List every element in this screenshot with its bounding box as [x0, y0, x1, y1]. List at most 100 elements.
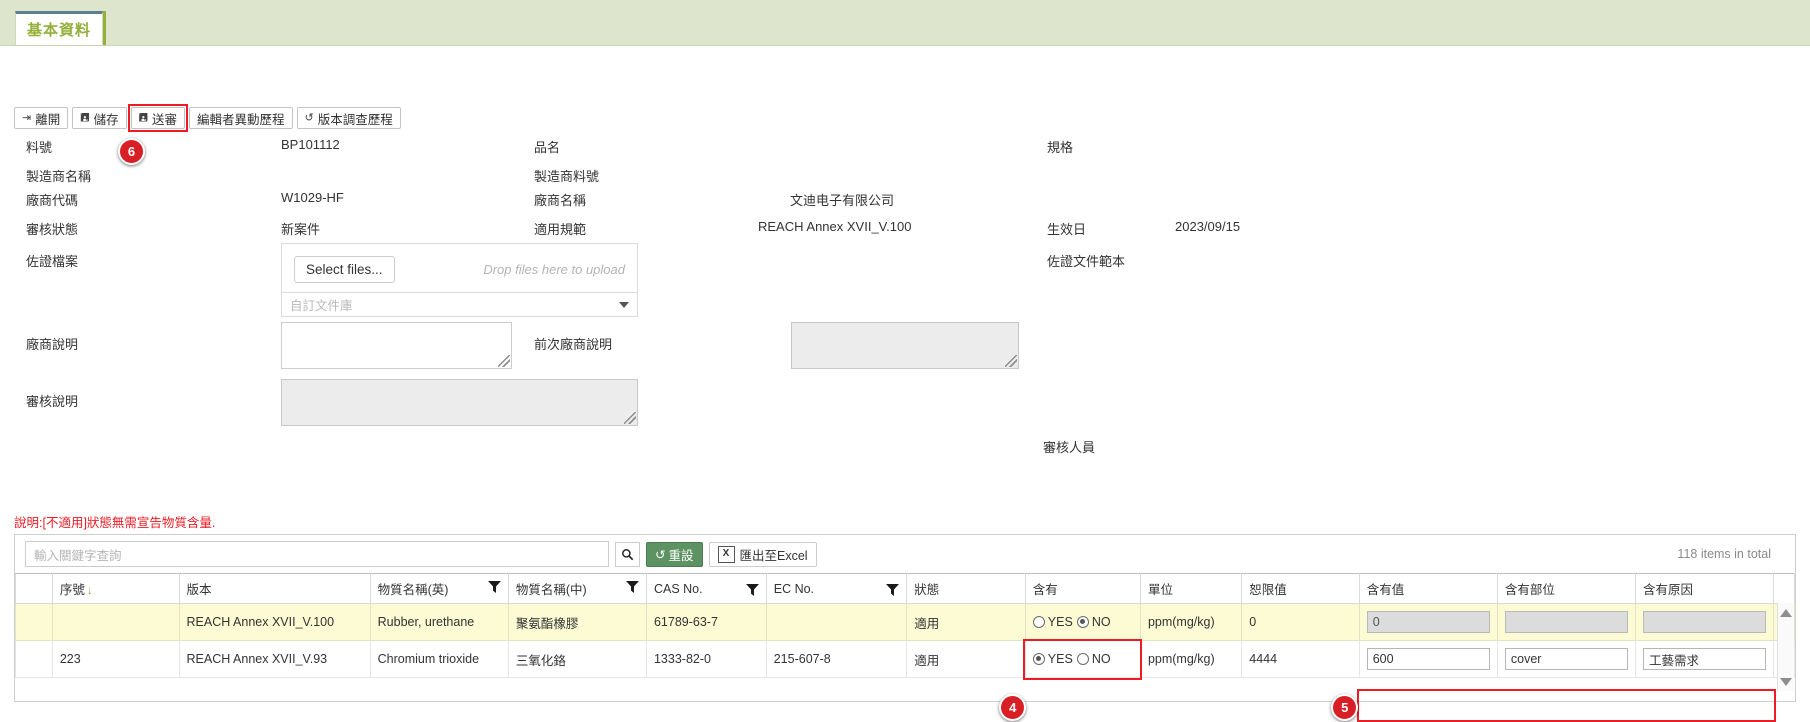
grid-toolbar: 輸入關鍵字查詢 ↺ 重設 X 匯出至Excel 118 items in tot… — [15, 535, 1795, 573]
scroll-up-icon[interactable] — [1780, 609, 1792, 617]
resize-grip-icon[interactable] — [1005, 355, 1017, 367]
cell-ec — [765, 603, 908, 641]
chevron-down-icon — [619, 301, 629, 308]
cell-amount: 0 — [1358, 603, 1498, 641]
part-input[interactable]: cover — [1504, 648, 1629, 670]
document-library-select[interactable]: 自訂文件庫 — [281, 292, 638, 317]
col-header-version[interactable]: 版本 — [178, 573, 371, 604]
col-header-unit[interactable]: 單位 — [1139, 573, 1243, 604]
exit-button-label: 離開 — [35, 112, 61, 127]
col-header-amount[interactable]: 含有值 — [1358, 573, 1498, 604]
vendor-note-textarea[interactable] — [281, 322, 512, 369]
radio-no-label: NO — [1091, 615, 1111, 629]
tab-accent-bar — [103, 11, 106, 45]
radio-no[interactable] — [1076, 616, 1089, 628]
select-files-button[interactable]: Select files... — [294, 255, 395, 283]
cell-amount[interactable]: 600 — [1358, 640, 1498, 678]
toolbar-item-exit: ⇥ 離開 — [14, 107, 69, 129]
dropzone-hint: Drop files here to upload — [483, 261, 625, 277]
cell-contain[interactable]: YES NO — [1024, 603, 1141, 641]
resize-grip-icon[interactable] — [498, 355, 510, 367]
filter-icon[interactable] — [626, 581, 639, 593]
reset-button-label: 重設 — [668, 548, 694, 563]
col-header-name-en-label: 物質名稱(英) — [377, 583, 449, 597]
version-history-button-label: 版本調查歷程 — [317, 112, 393, 127]
amount-input[interactable]: 600 — [1366, 648, 1490, 670]
col-header-scroll-spacer — [1773, 573, 1795, 604]
reason-input[interactable]: 工藝需求 — [1643, 648, 1767, 670]
part-input — [1504, 611, 1629, 633]
col-header-amount-label: 含有值 — [1366, 583, 1405, 597]
table-row[interactable]: REACH Annex XVII_V.100 Rubber, urethane … — [15, 603, 1795, 641]
tab-basic-data[interactable]: 基本資料 — [15, 11, 103, 45]
filter-icon[interactable] — [487, 581, 501, 593]
col-header-part[interactable]: 含有部位 — [1496, 573, 1637, 604]
col-header-select[interactable] — [15, 573, 53, 604]
radio-yes[interactable] — [1032, 616, 1045, 628]
save-button[interactable]: 🖪 儲存 — [72, 107, 127, 129]
revision-history-icon: ↺ — [304, 111, 314, 124]
col-header-part-label: 含有部位 — [1504, 583, 1555, 597]
cell-reason[interactable]: 工藝需求 — [1635, 640, 1775, 678]
substance-table: 序號 ↓ 版本 物質名稱(英) 物質名稱(中) CAS No. EC No. 狀… — [15, 573, 1795, 680]
submit-for-review-button[interactable]: 🖪 送審 — [130, 107, 186, 129]
version-survey-history-button[interactable]: ↺ 版本調查歷程 — [296, 107, 401, 129]
value-vendor-name: 文迪电子有限公司 — [790, 193, 895, 208]
callout-badge-5: 5 — [1331, 694, 1359, 721]
contain-radio-group[interactable]: YES NO — [1032, 615, 1133, 629]
search-input[interactable]: 輸入關鍵字查詢 — [25, 541, 609, 567]
cell-reason — [1635, 603, 1775, 641]
callout-5-label: 5 — [1341, 700, 1349, 715]
value-review-status: 新案件 — [281, 222, 321, 237]
col-header-seq[interactable]: 序號 ↓ — [51, 573, 180, 604]
col-header-name-en[interactable]: 物質名稱(英) — [369, 573, 509, 604]
editor-history-button-label: 編輯者異動歷程 — [197, 112, 285, 127]
label-vendor-name: 廠商名稱 — [534, 193, 587, 208]
substance-grid-panel: 輸入關鍵字查詢 ↺ 重設 X 匯出至Excel 118 items in tot… — [14, 534, 1796, 702]
excel-icon: X — [717, 545, 735, 563]
col-header-seq-label: 序號 — [59, 583, 85, 597]
col-header-contain[interactable]: 含有 — [1024, 573, 1141, 604]
filter-icon[interactable] — [886, 583, 900, 596]
radio-yes-label: YES — [1047, 652, 1073, 666]
col-header-ec[interactable]: EC No. — [765, 573, 908, 604]
cell-name-en: Rubber, urethane — [369, 603, 509, 641]
reset-button[interactable]: ↺ 重設 — [646, 541, 703, 567]
file-dropzone[interactable]: Select files... Drop files here to uploa… — [281, 243, 638, 295]
search-icon — [622, 548, 634, 560]
value-regulation: REACH Annex XVII_V.100 — [758, 219, 912, 234]
scroll-down-icon[interactable] — [1780, 678, 1792, 686]
cell-select[interactable] — [15, 640, 53, 678]
export-excel-button[interactable]: X 匯出至Excel — [708, 541, 817, 567]
cell-name-zh: 三氧化鉻 — [507, 640, 647, 678]
editor-change-history-button[interactable]: 編輯者異動歷程 — [189, 107, 293, 129]
col-header-limit[interactable]: 恕限值 — [1241, 573, 1360, 604]
search-button[interactable] — [615, 541, 640, 567]
col-header-status[interactable]: 狀態 — [906, 573, 1026, 604]
cell-contain[interactable]: YES NO — [1023, 638, 1143, 680]
table-row[interactable]: 223 REACH Annex XVII_V.93 Chromium triox… — [15, 638, 1795, 680]
col-header-reason[interactable]: 含有原因 — [1635, 573, 1775, 604]
col-header-name-zh-label: 物質名稱(中) — [515, 583, 587, 597]
table-header-row: 序號 ↓ 版本 物質名稱(英) 物質名稱(中) CAS No. EC No. 狀… — [15, 573, 1795, 604]
radio-yes[interactable] — [1032, 653, 1045, 665]
resize-grip-icon[interactable] — [624, 412, 636, 424]
col-header-cas-label: CAS No. — [653, 581, 703, 596]
table-body: REACH Annex XVII_V.100 Rubber, urethane … — [15, 603, 1795, 680]
contain-radio-group[interactable]: YES NO — [1032, 652, 1133, 666]
filter-icon[interactable] — [745, 583, 759, 596]
exit-button[interactable]: ⇥ 離開 — [14, 107, 69, 129]
radio-no[interactable] — [1076, 653, 1089, 665]
label-evidence-file: 佐證檔案 — [26, 254, 79, 269]
grid-vertical-scrollbar[interactable] — [1777, 603, 1794, 691]
toolbar-item-save: 🖪 儲存 — [72, 107, 127, 129]
col-header-reason-label: 含有原因 — [1643, 583, 1694, 597]
action-toolbar: ⇥ 離開 🖪 儲存 🖪 送審 編輯者異動歷程 ↺ 版本調查歷程 — [14, 104, 401, 132]
toolbar-item-submit: 🖪 送審 — [127, 104, 189, 132]
cell-cas: 61789-63-7 — [645, 603, 767, 641]
cell-part[interactable]: cover — [1496, 640, 1637, 678]
col-header-name-zh[interactable]: 物質名稱(中) — [507, 573, 647, 604]
col-header-limit-label: 恕限值 — [1249, 583, 1287, 597]
col-header-cas[interactable]: CAS No. — [645, 573, 767, 604]
cell-select[interactable] — [15, 603, 53, 641]
